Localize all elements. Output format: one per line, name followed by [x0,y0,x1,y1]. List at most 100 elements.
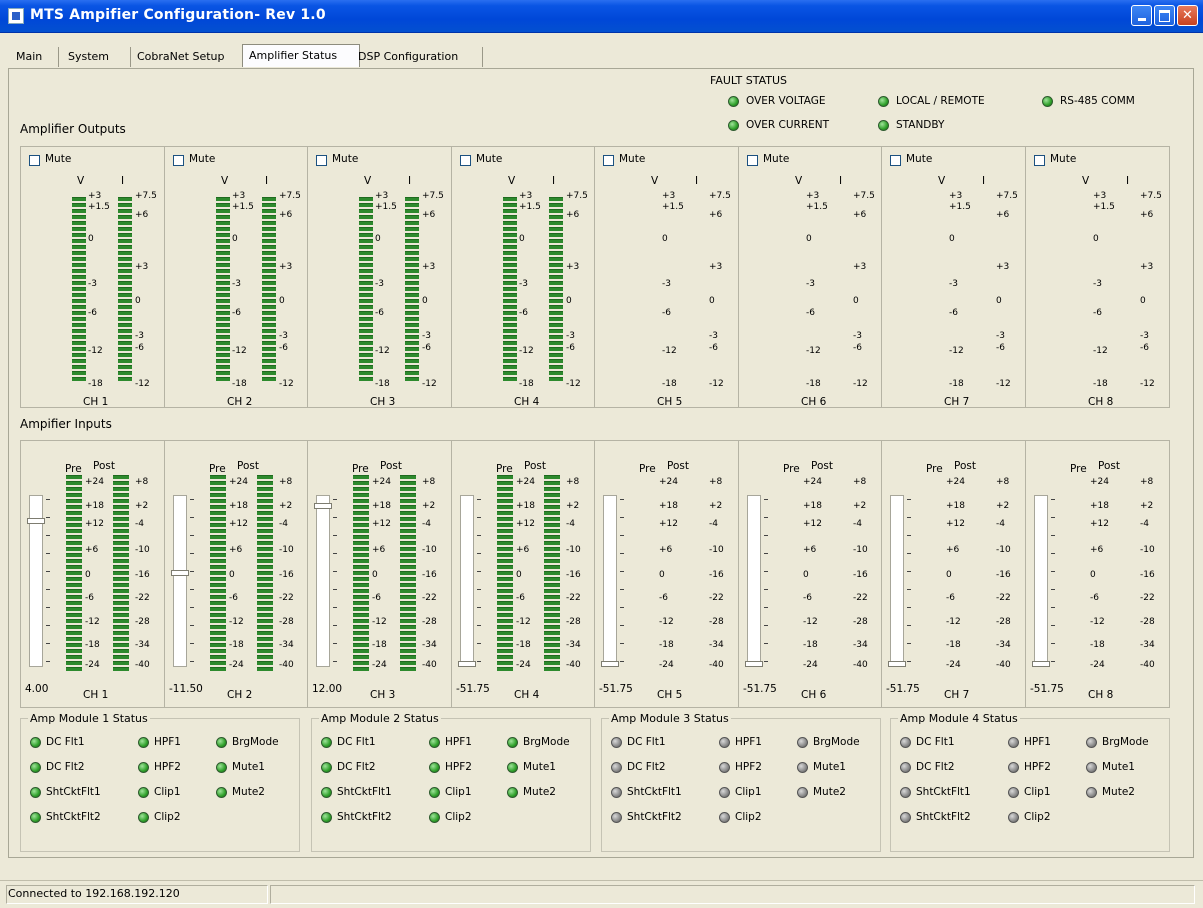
input-gain-value: -51.75 [456,683,490,695]
i-header: I [839,175,843,187]
fader-tick-mark [477,661,481,662]
input-gain-fader-track[interactable] [173,495,187,667]
tab-main[interactable]: Main [10,47,59,67]
post-tick-label: -22 [853,593,868,603]
pre-tick-label: +12 [516,519,535,529]
i-tick-label: -3 [279,331,288,341]
meter-segment [118,215,132,219]
input-gain-fader-thumb[interactable] [314,503,332,509]
status-led-label: HPF2 [445,761,472,773]
input-gain-fader-track[interactable] [460,495,474,667]
meter-segment [353,559,369,563]
meter-segment [549,245,563,249]
tab-system[interactable]: System [62,47,131,67]
meter-segment [118,245,132,249]
meter-segment [262,329,276,333]
input-gain-fader-thumb[interactable] [601,661,619,667]
title-bar[interactable]: MTS Ampifier Configuration- Rev 1.0 ✕ [0,0,1203,33]
meter-segment [359,227,373,231]
input-gain-fader-thumb[interactable] [27,518,45,524]
meter-segment [353,571,369,575]
amp-module-title: Amp Module 1 Status [28,712,150,725]
v-tick-label: -18 [232,379,247,389]
input-gain-fader-track[interactable] [316,495,330,667]
i-tick-label: -12 [135,379,150,389]
input-gain-fader-track[interactable] [747,495,761,667]
post-tick-label: -22 [566,593,581,603]
mute-checkbox[interactable] [603,155,614,166]
input-gain-fader-track[interactable] [890,495,904,667]
status-led-label: ShtCktFlt2 [627,811,682,823]
v-tick-label: -6 [1093,308,1102,318]
fader-tick-mark [333,607,337,608]
output-channel-panel: Mute V I +3 +1.5 0 -3 -6 -12 -18 +7.5 +6 +3 0 -3 -6 -12 C… [881,146,1026,408]
fader-tick-mark [477,589,481,590]
fader-tick-mark [190,553,194,554]
meter-segment [497,583,513,587]
mute-checkbox[interactable] [29,155,40,166]
app-icon[interactable] [8,8,24,24]
fader-tick-mark [907,499,911,500]
post-tick-label: +8 [853,477,867,487]
meter-segment [549,365,563,369]
i-tick-label: +7.5 [709,191,731,201]
fader-tick-mark [907,517,911,518]
status-led-icon [429,812,440,823]
meter-segment [118,263,132,267]
pre-tick-label: +6 [803,545,817,555]
tab-cobranet-setup[interactable]: CobraNet Setup [131,47,254,67]
meter-segment [113,511,129,515]
input-gain-fader-thumb[interactable] [1032,661,1050,667]
input-gain-fader-thumb[interactable] [458,661,476,667]
mute-checkbox[interactable] [316,155,327,166]
close-button[interactable]: ✕ [1177,5,1198,26]
tab-dsp-configuration[interactable]: DSP Configuration [352,47,483,67]
meter-segment [400,613,416,617]
i-tick-label: -12 [853,379,868,389]
fader-tick-mark [1051,535,1055,536]
meter-segment [359,251,373,255]
input-gain-fader-track[interactable] [603,495,617,667]
tab-amplifier-status[interactable]: Amplifier Status [242,44,360,67]
meter-segment [72,347,86,351]
meter-segment [118,335,132,339]
meter-segment [257,583,273,587]
maximize-button[interactable] [1154,5,1175,26]
status-led-icon [30,762,41,773]
meter-segment [66,517,82,521]
i-header: I [121,175,125,187]
input-gain-fader-thumb[interactable] [745,661,763,667]
mute-checkbox[interactable] [460,155,471,166]
mute-checkbox[interactable] [890,155,901,166]
i-tick-label: -12 [279,379,294,389]
input-gain-fader-track[interactable] [1034,495,1048,667]
mute-checkbox[interactable] [747,155,758,166]
v-tick-label: +1.5 [375,202,397,212]
mute-checkbox[interactable] [173,155,184,166]
fader-tick-mark [620,535,624,536]
pre-tick-label: 0 [659,570,665,580]
fader-tick-mark [1051,571,1055,572]
mute-checkbox[interactable] [1034,155,1045,166]
i-tick-label: -3 [566,331,575,341]
post-tick-label: -10 [566,545,581,555]
meter-segment [544,577,560,581]
fault-led-icon [728,96,739,107]
fader-tick-mark [907,571,911,572]
meter-segment [113,667,129,671]
status-bar [0,880,1203,908]
input-gain-fader-thumb[interactable] [171,570,189,576]
meter-segment [118,371,132,375]
meter-segment [113,613,129,617]
post-tick-label: -40 [566,660,581,670]
meter-segment [262,353,276,357]
voltage-meter [71,197,87,385]
input-gain-fader-thumb[interactable] [888,661,906,667]
fault-label: LOCAL / REMOTE [896,95,985,107]
meter-segment [216,215,230,219]
meter-segment [66,541,82,545]
meter-segment [72,269,86,273]
minimize-button[interactable] [1131,5,1152,26]
status-led-label: Clip2 [735,811,762,823]
input-channel-label: CH 2 [227,689,253,701]
